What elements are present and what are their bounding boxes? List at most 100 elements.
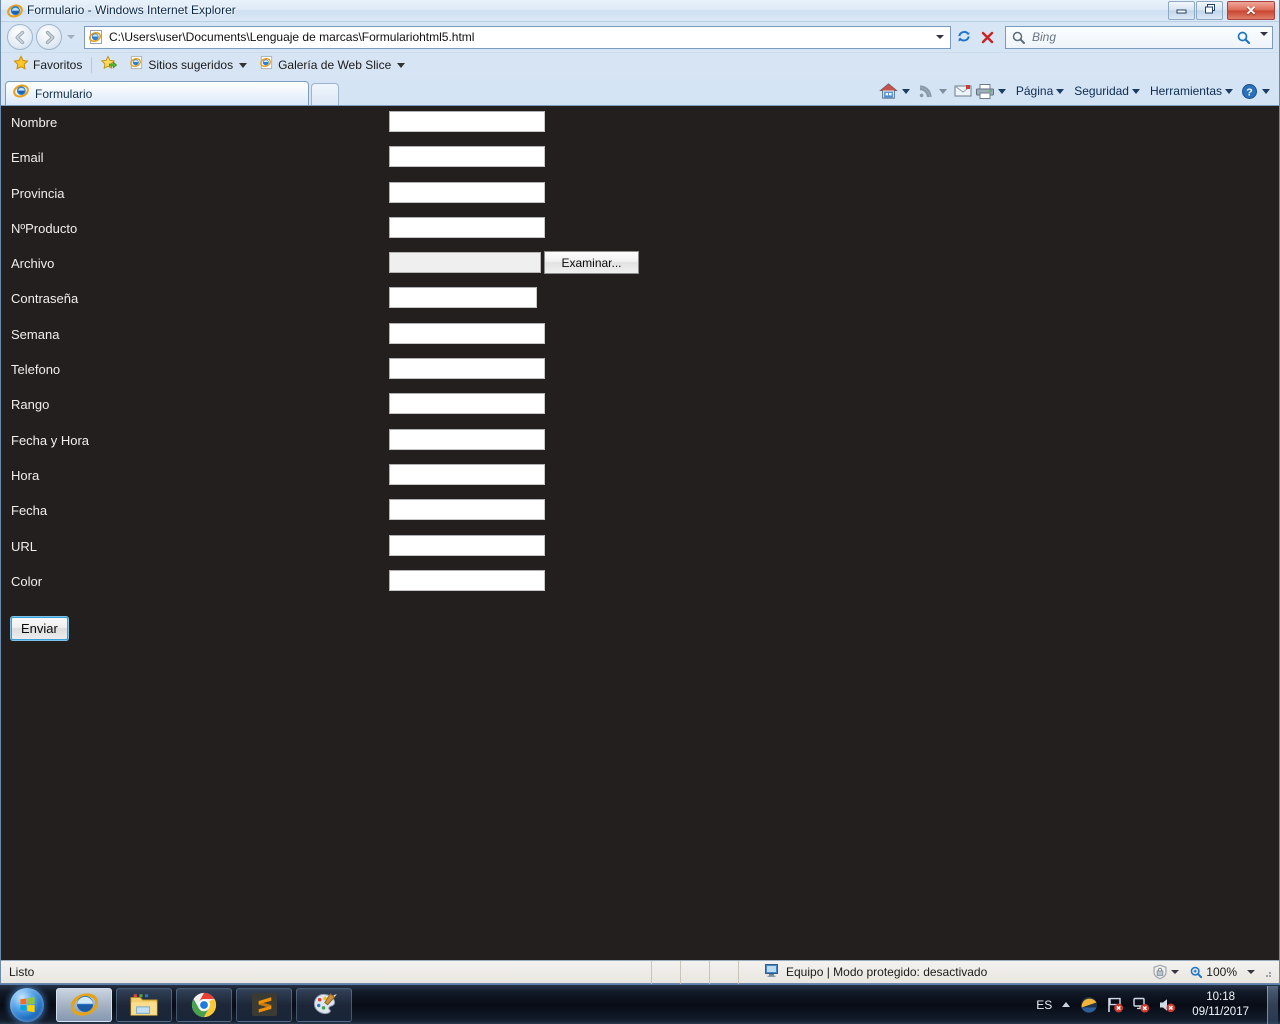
input-color[interactable] <box>389 569 545 591</box>
volume-muted-icon[interactable] <box>1158 996 1176 1014</box>
network-icon[interactable] <box>1132 996 1150 1014</box>
home-button[interactable] <box>878 80 900 102</box>
taskbar-item-sublime-text[interactable] <box>236 987 292 1022</box>
search-provider-dropdown[interactable] <box>1260 31 1268 54</box>
new-tab-button[interactable] <box>311 83 339 105</box>
zone-text: Equipo | Modo protegido: desactivado <box>786 965 988 979</box>
back-button[interactable] <box>7 24 33 50</box>
zoom-icon[interactable] <box>1189 965 1204 980</box>
label-semana: Semana <box>11 326 60 342</box>
input-provincia[interactable] <box>389 181 545 203</box>
address-bar-row: C:\Users\user\Documents\Lenguaje de marc… <box>1 22 1279 53</box>
tab-strip: Formulario Página Seguridad Herramientas… <box>1 77 1279 105</box>
internet-explorer-icon <box>7 3 23 19</box>
clock[interactable]: 10:18 09/11/2017 <box>1184 990 1257 1020</box>
tab-title: Formulario <box>35 86 93 101</box>
close-button[interactable]: ✕ <box>1227 1 1275 20</box>
form-row-contrasena: Contraseña <box>1 287 1279 325</box>
search-icon <box>1011 30 1027 51</box>
taskbar-item-google-chrome[interactable] <box>176 987 232 1022</box>
chevron-down-icon[interactable] <box>1262 88 1270 94</box>
clock-time: 10:18 <box>1206 990 1236 1003</box>
input-contrasena[interactable] <box>389 287 537 309</box>
taskbar-item-windows-explorer[interactable] <box>116 987 172 1022</box>
submit-button[interactable]: Enviar <box>11 617 68 641</box>
arrow-left-icon <box>15 30 24 44</box>
refresh-button[interactable] <box>952 26 975 49</box>
weather-icon[interactable] <box>1080 996 1098 1014</box>
recent-pages-dropdown[interactable] <box>64 24 78 50</box>
language-indicator[interactable]: ES <box>1036 998 1052 1012</box>
show-hidden-icons-button[interactable] <box>1060 1000 1072 1010</box>
add-to-favorites-bar-button[interactable] <box>95 54 123 76</box>
input-archivo-path[interactable] <box>389 252 541 274</box>
feeds-button[interactable] <box>915 80 937 102</box>
start-button[interactable] <box>2 986 52 1024</box>
input-hora[interactable] <box>389 463 545 485</box>
chevron-down-icon[interactable] <box>1131 88 1140 94</box>
tools-menu[interactable]: Herramientas <box>1145 84 1223 98</box>
taskbar-item-internet-explorer[interactable] <box>56 987 112 1022</box>
stop-button[interactable] <box>976 26 999 49</box>
chevron-down-icon <box>1260 31 1268 53</box>
favorites-button[interactable]: Favoritos <box>7 54 88 75</box>
printer-icon <box>975 83 994 99</box>
favorites-label: Favoritos <box>33 58 83 72</box>
safety-menu[interactable]: Seguridad <box>1069 84 1130 98</box>
input-fecha-y-hora[interactable] <box>389 428 545 450</box>
internet-explorer-icon <box>70 993 98 1016</box>
chevron-down-icon <box>397 62 406 68</box>
input-rango[interactable] <box>389 393 545 415</box>
help-icon: ? <box>1241 83 1257 99</box>
address-dropdown-button[interactable] <box>931 27 948 48</box>
minimize-button[interactable] <box>1168 1 1195 20</box>
help-button[interactable]: ? <box>1238 80 1260 102</box>
browse-button[interactable]: Examinar... <box>544 251 639 275</box>
chevron-down-icon[interactable] <box>1056 88 1065 94</box>
action-center-flag-icon[interactable] <box>1106 996 1124 1014</box>
print-button[interactable] <box>974 80 996 102</box>
tab-favicon <box>13 83 29 104</box>
search-input[interactable]: Bing <box>1005 25 1273 53</box>
search-go-icon[interactable] <box>1236 30 1252 51</box>
page-ie-icon <box>259 55 274 75</box>
input-url[interactable] <box>389 534 545 556</box>
security-zone[interactable]: Equipo | Modo protegido: desactivado <box>739 963 1151 981</box>
tab-formulario[interactable]: Formulario <box>5 81 309 105</box>
chevron-down-icon[interactable] <box>997 88 1006 94</box>
input-fecha[interactable] <box>389 499 545 521</box>
show-desktop-button[interactable] <box>1267 985 1278 1024</box>
chevron-down-icon[interactable] <box>938 88 947 94</box>
chevron-down-icon[interactable] <box>1225 88 1233 94</box>
status-bar: Listo Equipo | Modo protegido: desactiva… <box>1 960 1279 984</box>
address-text: C:\Users\user\Documents\Lenguaje de marc… <box>109 30 475 44</box>
chevron-down-icon[interactable] <box>1171 970 1180 974</box>
title-ghost-artifact <box>244 4 247 16</box>
form-row-semana: Semana <box>1 322 1279 361</box>
address-input[interactable]: C:\Users\user\Documents\Lenguaje de marc… <box>84 25 951 49</box>
forward-button[interactable] <box>36 24 62 50</box>
input-nombre[interactable] <box>389 111 545 132</box>
label-color: Color <box>11 573 43 589</box>
restore-button[interactable] <box>1196 1 1223 20</box>
page-menu[interactable]: Página <box>1011 84 1054 98</box>
taskbar-item-paint[interactable] <box>296 987 352 1022</box>
input-email[interactable] <box>389 146 545 168</box>
label-nombre: Nombre <box>11 115 58 130</box>
protected-mode-icon[interactable] <box>1151 964 1169 980</box>
label-url: URL <box>11 538 38 554</box>
star-arrow-icon <box>101 54 118 76</box>
input-semana[interactable] <box>389 322 545 344</box>
web-slice-gallery-button[interactable]: Galería de Web Slice <box>253 55 411 75</box>
input-numero-producto[interactable] <box>389 216 545 238</box>
suggested-sites-button[interactable]: Sitios sugeridos <box>123 55 253 75</box>
form-row-url: URL <box>1 534 1279 573</box>
chevron-down-icon[interactable] <box>1247 970 1255 974</box>
resize-grip[interactable] <box>1261 965 1273 979</box>
read-mail-button[interactable] <box>952 80 974 102</box>
input-telefono[interactable] <box>389 358 545 380</box>
label-provincia: Provincia <box>11 185 65 201</box>
chevron-down-icon <box>239 62 248 68</box>
zoom-level[interactable]: 100% <box>1206 965 1237 979</box>
chevron-down-icon[interactable] <box>901 88 910 94</box>
